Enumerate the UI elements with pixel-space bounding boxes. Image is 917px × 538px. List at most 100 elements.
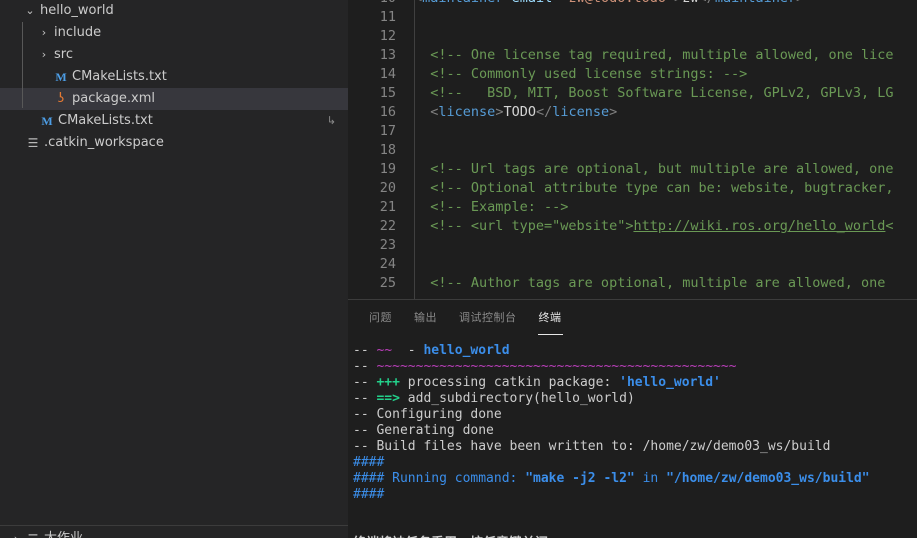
code-editor[interactable]: 10<maintainer email="zw@todo.todo">zw</m… (348, 0, 917, 299)
line-number: 23 (379, 237, 396, 253)
code-line: 10<maintainer email="zw@todo.todo">zw</m… (348, 0, 917, 8)
code-token: > (609, 104, 618, 120)
terminal-line: -- ~~~~~~~~~~~~~~~~~~~~~~~~~~~~~~~~~~~~~… (348, 359, 917, 375)
vscode-window: ⌄ hello_world › include › src M CMakeLists.txt ʖ… (0, 0, 917, 538)
code-line: 13 <!-- One license tag required, multip… (348, 46, 917, 65)
code-token: zw (682, 0, 698, 6)
line-text: <!-- One license tag required, multiple … (414, 46, 894, 65)
code-line: 22 <!-- <url type="website">http://wiki.… (348, 217, 917, 236)
terminal-line: -- ==> add_subdirectory(hello_world) (348, 391, 917, 407)
tree-item-package-xml[interactable]: ʖ package.xml (0, 88, 348, 110)
tree-item-src[interactable]: › src (0, 44, 348, 66)
tree-item-cmakelists-txt[interactable]: M CMakeLists.txt ↳ (0, 110, 348, 132)
terminal-token: -- (353, 343, 377, 358)
terminal-token: "/home/zw/demo03_ws/build" (666, 471, 870, 486)
chevron-right-icon[interactable]: › (36, 44, 52, 66)
tree-item--catkin-workspace[interactable]: ☰ .catkin_workspace (0, 132, 348, 154)
code-line: 15 <!-- BSD, MIT, Boost Software License… (348, 84, 917, 103)
terminal-line: -- Configuring done (348, 407, 917, 423)
terminal-lines: -- ~~ - hello_world -- ~~~~~~~~~~~~~~~~~~… (348, 343, 917, 503)
terminal-token: ~~~~~~~~~~~~~~~~~~~~~~~~~~~~~~~~~~~~~~~~… (376, 359, 737, 374)
line-text: <!-- <url type="website">http://wiki.ros… (414, 217, 893, 236)
tree-item-label: CMakeLists.txt (58, 113, 153, 128)
terminal-token: -- (353, 375, 377, 390)
terminal-spacer-2 (348, 519, 917, 535)
panel-tab-2[interactable]: 调试控制台 (458, 300, 518, 335)
line-number: 15 (379, 85, 396, 101)
code-token[interactable]: http://wiki.ros.org/hello_world (633, 218, 885, 234)
chevron-down-icon[interactable]: ⌄ (22, 0, 38, 22)
panel-tab-3[interactable]: 终端 (537, 300, 563, 335)
terminal-line: #### (348, 487, 917, 503)
terminal-token: +++ (376, 375, 400, 390)
tree-item-include[interactable]: › include (0, 22, 348, 44)
line-number: 10 (348, 0, 396, 8)
terminal-token: #### (353, 487, 385, 502)
line-number: 14 (379, 66, 396, 82)
terminal-line: -- ~~ - hello_world (348, 343, 917, 359)
chevron-right-icon[interactable]: › (36, 22, 52, 44)
terminal-token: ==> (376, 391, 400, 406)
code-line: 16 <license>TODO</license> (348, 103, 917, 122)
panel-tab-1[interactable]: 输出 (413, 300, 438, 335)
code-token: <!-- Author tags are optional, multiple … (414, 275, 886, 291)
line-number: 12 (379, 28, 396, 44)
terminal-token: -- Configuring done (353, 407, 502, 422)
code-token: license (552, 104, 610, 120)
code-token: license (438, 104, 496, 120)
line-number: 25 (379, 275, 396, 291)
tree-item-label: CMakeLists.txt (72, 69, 167, 84)
tree-indent-guide (22, 22, 23, 108)
code-token: > (796, 0, 804, 6)
line-text: <!-- Author tags are optional, multiple … (414, 274, 885, 293)
code-line: 14 <!-- Commonly used license strings: -… (348, 65, 917, 84)
terminal-token: #### (353, 455, 385, 470)
tree-item-label: src (54, 47, 73, 62)
code-token: <!-- Optional attribute type can be: web… (414, 180, 894, 196)
explorer-sidebar: ⌄ hello_world › include › src M CMakeLists.txt ʖ… (0, 0, 348, 538)
panel-tab-0[interactable]: 问题 (368, 300, 393, 335)
line-text: <maintainer email="zw@todo.todo">zw</mai… (414, 0, 804, 8)
code-token: <!-- BSD, MIT, Boost Software License, G… (414, 85, 894, 101)
editor-and-panel: 10<maintainer email="zw@todo.todo">zw</m… (348, 0, 917, 538)
terminal-token: -- Build files have been written to: /ho… (353, 439, 831, 454)
tree-item-hello-world[interactable]: ⌄ hello_world (0, 0, 348, 22)
code-token: </ (699, 0, 715, 6)
bottom-panel: 问题 输出 调试控制台 终端 -- ~~ - hello_world -- ~~~~~~… (348, 299, 917, 538)
line-text: <!-- Optional attribute type can be: web… (414, 179, 894, 198)
line-text: <!-- Commonly used license strings: --> (414, 65, 747, 84)
code-token: TODO (503, 104, 536, 120)
code-token: < (414, 0, 422, 6)
tree-item-cmakelists-txt[interactable]: M CMakeLists.txt (0, 66, 348, 88)
code-line: 21 <!-- Example: --> (348, 198, 917, 217)
tree-item-label: include (54, 25, 102, 40)
tree-item-clipped[interactable]: › ☰ 大作业 (0, 528, 348, 538)
terminal-line: #### (348, 455, 917, 471)
code-line: 24 (348, 255, 917, 274)
terminal-token: processing catkin package: (399, 375, 620, 390)
tree-item-label: .catkin_workspace (44, 135, 164, 150)
terminal-token: -- (353, 391, 377, 406)
line-number: 20 (379, 180, 396, 196)
tree-item-label: package.xml (72, 91, 155, 106)
code-content: 10<maintainer email="zw@todo.todo">zw</m… (348, 0, 917, 293)
terminal-spacer (348, 503, 917, 519)
terminal-line: -- Generating done (348, 423, 917, 439)
cmake-file-icon: M (41, 114, 53, 128)
config-file-icon: ☰ (27, 136, 39, 150)
chevron-right-icon[interactable]: › (8, 528, 24, 538)
symlink-indicator-icon: ↳ (326, 114, 336, 127)
code-token: <!-- One license tag required, multiple … (414, 47, 894, 63)
line-text: <!-- BSD, MIT, Boost Software License, G… (414, 84, 894, 103)
code-token: <!-- Url tags are optional, but multiple… (414, 161, 894, 177)
terminal-output[interactable]: -- ~~ - hello_world -- ~~~~~~~~~~~~~~~~~~… (348, 335, 917, 538)
line-text: <!-- Example: --> (414, 198, 568, 217)
code-line: 12 (348, 27, 917, 46)
code-line: 18 (348, 141, 917, 160)
terminal-token: ~~ (376, 343, 393, 358)
line-number: 18 (379, 142, 396, 158)
sidebar-bottom-divider (0, 525, 348, 526)
tree-item-label: 大作业 (42, 528, 83, 538)
